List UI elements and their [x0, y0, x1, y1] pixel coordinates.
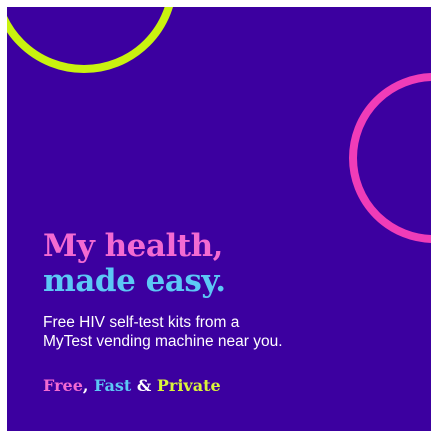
tagline-ampersand: & — [131, 376, 157, 395]
headline: My health, made easy. — [43, 229, 226, 299]
description: Free HIV self-test kits from a MyTest ve… — [43, 313, 283, 351]
green-ring-decoration — [7, 7, 177, 73]
pink-ring-decoration — [349, 73, 431, 243]
tagline: Free, Fast & Private — [43, 376, 221, 396]
tagline-free: Free — [43, 376, 83, 395]
headline-line-2: made easy. — [43, 263, 226, 299]
tagline-private: Private — [156, 376, 221, 395]
tagline-fast: Fast — [94, 376, 132, 395]
description-line-1: Free HIV self-test kits from a — [43, 314, 240, 331]
headline-line-1: My health, — [43, 228, 223, 264]
tagline-comma: , — [82, 376, 95, 395]
description-line-2: MyTest vending machine near you. — [43, 333, 283, 350]
ad-banner: My health, made easy. Free HIV self-test… — [7, 7, 431, 431]
